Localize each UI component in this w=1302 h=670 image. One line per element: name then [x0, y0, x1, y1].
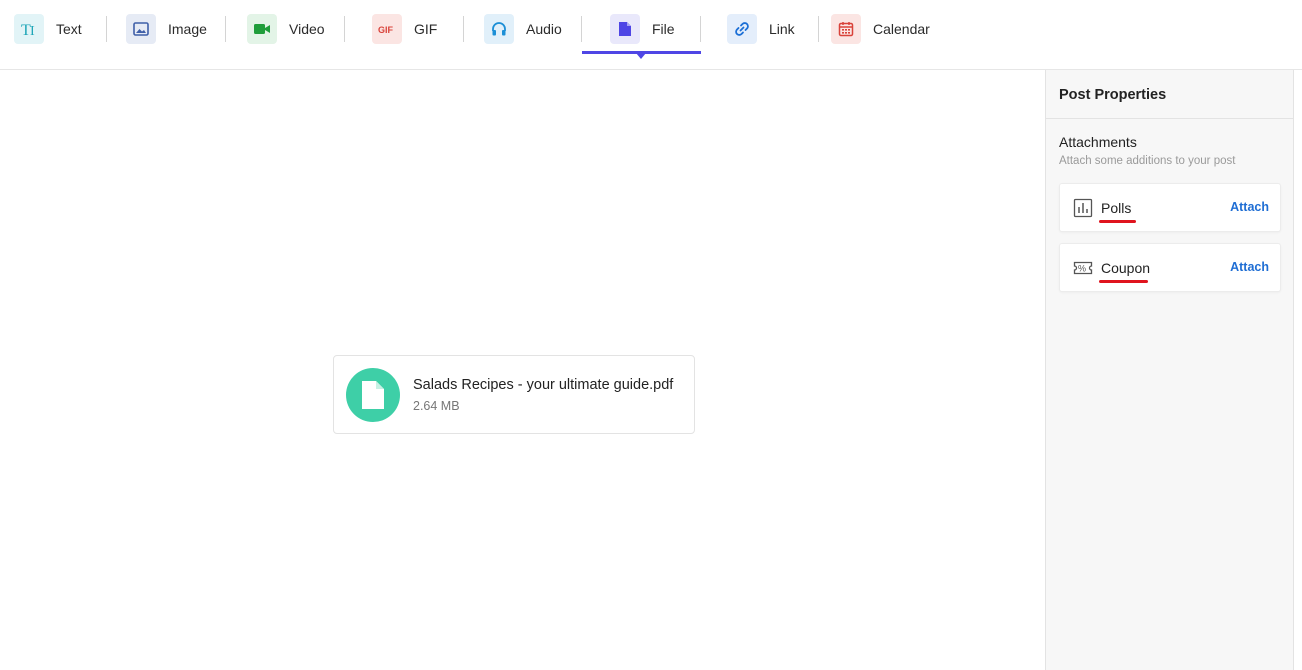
headphones-icon	[484, 14, 514, 44]
active-tab-caret	[636, 53, 646, 59]
tab-image-label: Image	[168, 21, 207, 37]
uploaded-file-card[interactable]: Salads Recipes - your ultimate guide.pdf…	[333, 355, 695, 434]
attachments-heading: Attachments	[1059, 134, 1137, 150]
gif-icon: GIF	[372, 14, 402, 44]
attachment-coupon: % Coupon Attach	[1059, 243, 1281, 292]
tab-calendar-label: Calendar	[873, 21, 930, 37]
tab-calendar[interactable]: Calendar	[831, 13, 930, 45]
file-icon	[346, 368, 400, 422]
coupon-underline	[1099, 280, 1148, 283]
post-type-toolbar: TI Text Image Video GIF GIF Audio File L…	[0, 0, 1302, 70]
svg-text:I: I	[30, 24, 35, 37]
tab-audio-label: Audio	[526, 21, 562, 37]
post-properties-panel: Post Properties Attachments Attach some …	[1045, 70, 1294, 670]
polls-label: Polls	[1101, 200, 1132, 216]
tab-gif[interactable]: GIF GIF	[372, 13, 437, 45]
file-icon	[610, 14, 640, 44]
attachments-subtitle: Attach some additions to your post	[1059, 155, 1236, 167]
image-icon	[126, 14, 156, 44]
tab-text-label: Text	[56, 21, 82, 37]
toolbar-separator	[700, 16, 701, 42]
tab-gif-label: GIF	[414, 21, 438, 37]
svg-text:%: %	[1078, 264, 1086, 274]
polls-underline	[1099, 220, 1136, 223]
video-camera-icon	[247, 14, 277, 44]
toolbar-separator	[344, 16, 345, 42]
attach-polls-button[interactable]: Attach	[1230, 200, 1269, 214]
tab-link-label: Link	[769, 21, 795, 37]
calendar-icon	[831, 14, 861, 44]
toolbar-separator	[106, 16, 107, 42]
file-name: Salads Recipes - your ultimate guide.pdf	[413, 377, 674, 393]
toolbar-separator	[581, 16, 582, 42]
toolbar-separator	[818, 16, 819, 42]
link-icon	[727, 14, 757, 44]
toolbar-separator	[463, 16, 464, 42]
tab-video[interactable]: Video	[247, 13, 325, 45]
coupon-label: Coupon	[1101, 260, 1151, 276]
tab-text[interactable]: TI Text	[14, 13, 82, 45]
tab-image[interactable]: Image	[126, 13, 207, 45]
panel-title: Post Properties	[1059, 87, 1167, 103]
file-size: 2.64 MB	[413, 399, 460, 413]
poll-chart-icon	[1073, 198, 1093, 218]
tab-audio[interactable]: Audio	[484, 13, 562, 45]
toolbar-separator	[225, 16, 226, 42]
tab-file[interactable]: File	[610, 13, 675, 45]
panel-divider	[1046, 118, 1294, 119]
attach-coupon-button[interactable]: Attach	[1230, 260, 1269, 274]
tab-link[interactable]: Link	[727, 13, 795, 45]
svg-text:GIF: GIF	[378, 25, 394, 34]
tab-video-label: Video	[289, 21, 325, 37]
coupon-icon: %	[1073, 258, 1093, 278]
attachment-polls: Polls Attach	[1059, 183, 1281, 232]
panel-right-edge	[1293, 70, 1294, 670]
text-type-icon: TI	[14, 14, 44, 44]
tab-file-label: File	[652, 21, 675, 37]
